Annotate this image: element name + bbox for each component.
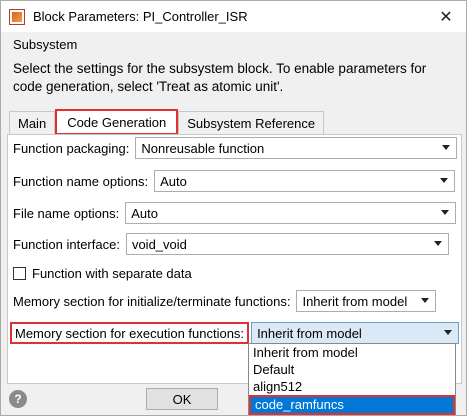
window-title: Block Parameters: PI_Controller_ISR [33, 9, 248, 24]
memory-exec-label: Memory section for execution functions: [10, 322, 250, 344]
tab-bar: Main Code Generation Subsystem Reference [9, 109, 325, 135]
title-bar: Block Parameters: PI_Controller_ISR ✕ [1, 1, 466, 32]
function-name-options-value: Auto [160, 173, 187, 189]
file-name-options-select[interactable]: Auto [125, 202, 457, 224]
dropdown-option-selected[interactable]: code_ramfuncs [249, 395, 455, 415]
separate-data-row: Function with separate data [13, 262, 192, 284]
file-name-options-label: File name options: [13, 205, 120, 221]
function-packaging-row: Function packaging: Nonreusable function [13, 137, 458, 159]
chevron-down-icon [442, 145, 451, 150]
memory-init-term-select[interactable]: Inherit from model [296, 290, 437, 312]
ok-button[interactable]: OK [146, 388, 218, 410]
chevron-down-icon [421, 298, 430, 303]
function-packaging-label: Function packaging: [13, 140, 130, 156]
function-interface-value: void_void [131, 236, 187, 252]
dropdown-option[interactable]: Inherit from model [249, 344, 455, 361]
file-name-options-row: File name options: Auto [13, 202, 457, 224]
separate-data-label: Function with separate data [32, 265, 192, 281]
function-interface-select[interactable]: void_void [125, 233, 449, 255]
chevron-down-icon [444, 330, 453, 335]
memory-exec-select[interactable]: Inherit from model [251, 322, 460, 344]
memory-exec-value: Inherit from model [257, 325, 362, 341]
close-button[interactable]: ✕ [426, 1, 466, 32]
memory-init-term-label: Memory section for initialize/terminate … [13, 293, 291, 309]
function-interface-label: Function interface: [13, 236, 120, 252]
block-parameters-dialog: Block Parameters: PI_Controller_ISR ✕ Su… [0, 0, 467, 416]
function-name-options-select[interactable]: Auto [154, 170, 456, 192]
memory-init-term-row: Memory section for initialize/terminate … [13, 290, 437, 312]
memory-init-term-value: Inherit from model [302, 293, 408, 309]
chevron-down-icon [440, 178, 449, 183]
tab-subsystem-reference[interactable]: Subsystem Reference [178, 111, 325, 135]
description-text: Select the settings for the subsystem bl… [13, 61, 427, 94]
file-name-options-value: Auto [131, 205, 158, 221]
chevron-down-icon [433, 241, 442, 246]
dropdown-option[interactable]: Default [249, 361, 455, 378]
function-name-options-row: Function name options: Auto [13, 170, 456, 192]
dropdown-option[interactable]: align512 [249, 378, 455, 395]
memory-exec-row: Memory section for execution functions: … [10, 322, 460, 344]
tab-main[interactable]: Main [9, 111, 56, 135]
simulink-app-icon [9, 8, 25, 25]
separate-data-checkbox[interactable] [13, 266, 26, 280]
memory-exec-dropdown-list: Inherit from model Default align512 code… [248, 343, 456, 415]
tab-code-generation[interactable]: Code Generation [55, 109, 179, 135]
help-icon[interactable]: ? [9, 390, 27, 408]
function-packaging-value: Nonreusable function [141, 140, 265, 156]
group-label: Subsystem [13, 37, 78, 52]
function-name-options-label: Function name options: [13, 173, 149, 189]
function-packaging-select[interactable]: Nonreusable function [135, 137, 458, 159]
chevron-down-icon [441, 210, 450, 215]
function-interface-row: Function interface: void_void [13, 233, 449, 255]
